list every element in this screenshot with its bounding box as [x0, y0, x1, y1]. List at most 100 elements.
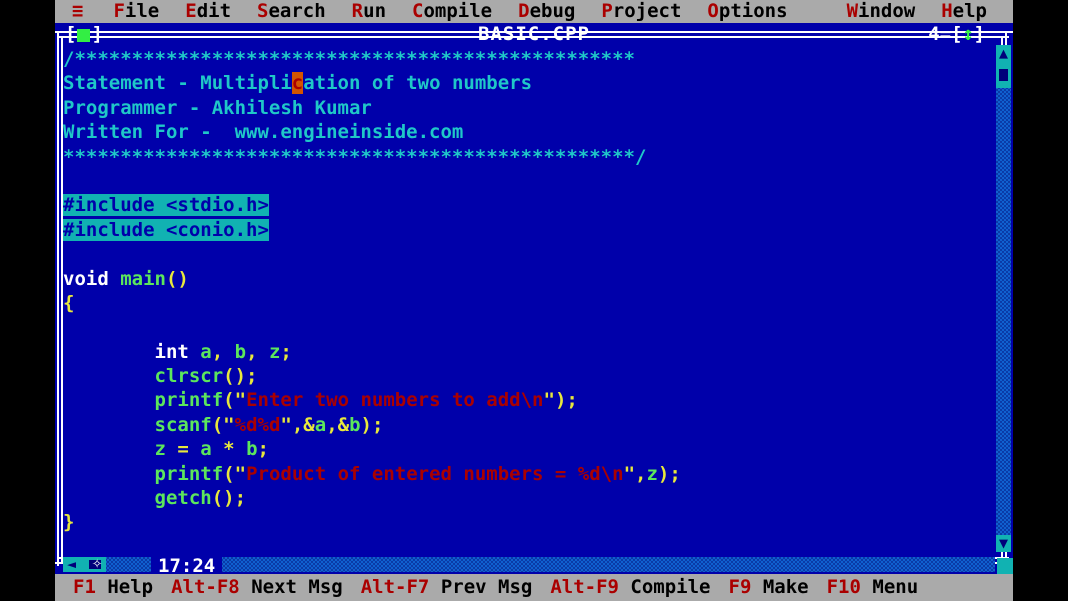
vscroll-thumb[interactable]: [999, 69, 1008, 81]
turbo-c-ide-screen: ≡ File Edit Search Run Compile Debug Pro…: [0, 0, 1068, 601]
code-token-punct: ();: [223, 365, 258, 388]
code-token-punct: =: [165, 438, 201, 461]
status-item-prev-msg[interactable]: Alt-F7 Prev Msg: [361, 574, 533, 601]
menu-label: ebug: [529, 0, 576, 22]
menu-bar: ≡ File Edit Search Run Compile Debug Pro…: [55, 0, 1013, 23]
menu-hotkey: H: [941, 0, 953, 22]
code-token-punct: (): [165, 267, 189, 290]
resize-bracket-right: ]: [973, 23, 985, 45]
menu-item-search[interactable]: Search: [257, 0, 326, 23]
code-line: Programmer - Akhilesh Kumar: [63, 96, 995, 120]
window-number: 4: [928, 23, 940, 45]
code-token-ident: z: [646, 462, 658, 485]
code-token-ident: main: [120, 267, 166, 290]
status-key: Alt-F8: [171, 576, 240, 598]
menu-label: dit: [196, 0, 232, 22]
code-token-ident: printf: [63, 462, 224, 485]
menu-hotkey: F: [113, 0, 125, 22]
menu-item-project[interactable]: Project: [601, 0, 681, 23]
status-item-menu[interactable]: F10 Menu: [827, 574, 919, 601]
menu-label: ptions: [718, 0, 788, 22]
code-line: getch();: [63, 486, 995, 510]
system-menu-icon[interactable]: ≡: [72, 0, 83, 23]
menu-item-debug[interactable]: Debug: [518, 0, 575, 23]
menu-item-run[interactable]: Run: [352, 0, 386, 23]
menu-label: ompile: [423, 0, 493, 22]
code-token-ident: a: [200, 438, 212, 461]
menu-item-options[interactable]: Options: [707, 0, 787, 23]
code-editor-text-area[interactable]: /***************************************…: [63, 47, 995, 552]
status-key: Alt-F7: [360, 576, 430, 598]
vertical-scrollbar[interactable]: ▲ ▼: [996, 45, 1011, 552]
menu-item-window[interactable]: Window: [847, 0, 916, 23]
code-token-comment: /***************************************…: [63, 48, 635, 70]
resize-bracket-left: [: [951, 23, 963, 45]
code-line: #include <stdio.h>: [63, 193, 995, 217]
scroll-up-arrow-icon[interactable]: ▲: [996, 45, 1011, 62]
code-token-quote: ": [223, 413, 235, 436]
status-key: F1: [73, 576, 96, 598]
menu-label: ile: [124, 0, 160, 22]
code-token-ident: clrscr: [63, 365, 224, 388]
window-drag-handle-icon[interactable]: ✧: [92, 555, 102, 572]
code-token-ident: a: [314, 413, 327, 436]
status-item-make[interactable]: F9 Make: [729, 574, 809, 601]
code-line: }: [63, 510, 995, 534]
code-line: clrscr();: [63, 364, 995, 388]
status-item-next-msg[interactable]: Alt-F8 Next Msg: [171, 574, 343, 601]
code-token-str: %d%d: [234, 413, 281, 436]
code-token-str: Product of entered numbers = %d\n: [246, 462, 624, 485]
code-token-cursor: c: [291, 72, 304, 95]
menu-label: roject: [612, 0, 682, 22]
code-token-ident: scanf: [63, 413, 212, 436]
menu-hotkey: S: [257, 0, 269, 22]
status-label: Prev Msg: [440, 576, 533, 598]
window-resize-corner[interactable]: [997, 558, 1013, 574]
menu-hotkey: P: [601, 0, 613, 22]
code-line: {: [63, 291, 995, 315]
code-token-punct: ,: [246, 340, 269, 363]
menu-hotkey: E: [185, 0, 197, 22]
code-token-key: int: [63, 340, 201, 363]
menu-item-edit[interactable]: Edit: [185, 0, 231, 23]
resize-icon[interactable]: ↕: [963, 23, 974, 45]
menu-item-compile[interactable]: Compile: [412, 0, 492, 23]
code-token-punct: ;: [257, 438, 269, 461]
code-token-ident: b: [349, 413, 361, 436]
code-token-comment: ****************************************…: [63, 145, 647, 168]
code-token-punct: ();: [211, 487, 247, 510]
code-token-ident: a: [200, 340, 212, 363]
scroll-left-arrow-icon[interactable]: ◄: [63, 557, 80, 572]
menu-label: elp: [952, 0, 987, 22]
code-token-comment: Statement - Multipli: [63, 72, 292, 95]
code-line: scanf("%d%d",&a,&b);: [63, 413, 995, 437]
code-line: z = a * b;: [63, 437, 995, 461]
code-token-preproc: #include <stdio.h>: [63, 194, 269, 217]
code-token-comment: Written For - www.engineinside.com: [63, 121, 464, 144]
code-token-punct: );: [554, 389, 578, 412]
code-token-punct: ,: [635, 462, 647, 485]
code-token-quote: ": [280, 413, 292, 436]
code-token-punct: (: [223, 389, 235, 412]
window-number-separator: =: [939, 23, 952, 45]
status-item-help[interactable]: F1 Help: [73, 574, 153, 601]
menu-hotkey: R: [351, 0, 364, 22]
code-token-quote: ": [234, 389, 247, 412]
code-token-key: void: [63, 267, 121, 290]
code-token-punct: ,&: [326, 413, 350, 436]
code-token-str: Enter two numbers to add\n: [246, 389, 544, 412]
window-number-and-resize[interactable]: 4=[↕]: [928, 23, 985, 45]
status-item-compile[interactable]: Alt-F9 Compile: [550, 574, 710, 601]
code-line: ****************************************…: [63, 145, 995, 169]
menu-item-help[interactable]: Help: [941, 0, 987, 23]
menu-label: earch: [268, 0, 326, 22]
menu-item-file[interactable]: File: [113, 0, 159, 23]
code-token-ident: getch: [63, 487, 212, 510]
code-token-quote: ": [623, 462, 636, 485]
code-token-punct: );: [657, 462, 681, 485]
scroll-down-arrow-icon[interactable]: ▼: [996, 535, 1011, 552]
code-token-punct: );: [360, 413, 384, 436]
window-title-bar[interactable]: [] BASIC.CPP 4=[↕]: [55, 23, 1013, 45]
